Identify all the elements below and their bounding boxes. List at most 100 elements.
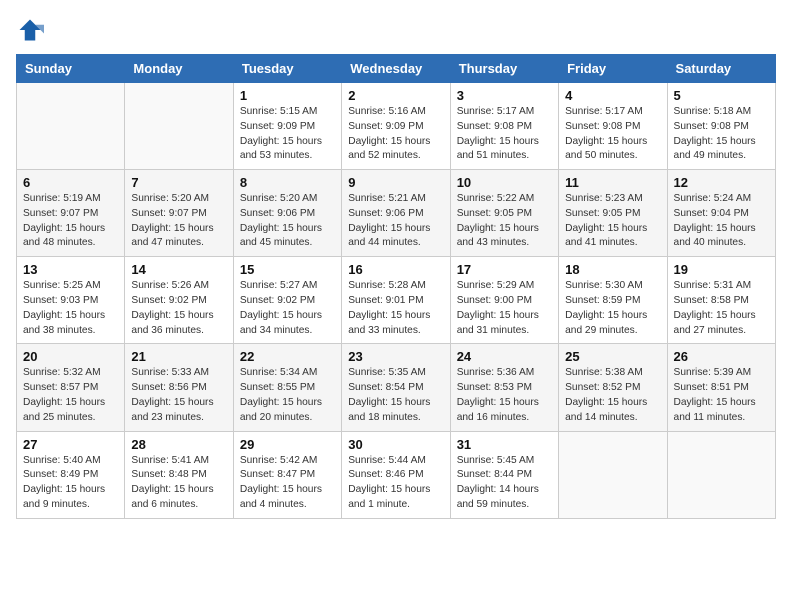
- calendar-cell: 8 Sunrise: 5:20 AM Sunset: 9:06 PM Daylig…: [233, 170, 341, 257]
- day-info: Sunrise: 5:38 AM Sunset: 8:52 PM Dayligh…: [565, 366, 660, 425]
- day-number: 28: [131, 437, 226, 452]
- day-number: 10: [457, 175, 552, 190]
- day-header-sunday: Sunday: [17, 55, 125, 83]
- day-number: 9: [348, 175, 443, 190]
- day-number: 26: [674, 349, 769, 364]
- day-number: 24: [457, 349, 552, 364]
- calendar-cell: 23 Sunrise: 5:35 AM Sunset: 8:54 PM Dayli…: [342, 344, 450, 431]
- calendar-week-row: 20Sunrise: 5:32 AM Sunset: 8:57 PM Dayli…: [17, 344, 776, 431]
- calendar-cell: 27 Sunrise: 5:40 AM Sunset: 8:49 PM Dayli…: [17, 431, 125, 518]
- day-number: 1: [240, 88, 335, 103]
- day-info: Sunrise: 5:28 AM Sunset: 9:01 PM Dayligh…: [348, 279, 443, 338]
- calendar-cell: 21 Sunrise: 5:33 AM Sunset: 8:56 PM Dayli…: [125, 344, 233, 431]
- day-number: 25: [565, 349, 660, 364]
- day-number: 17: [457, 262, 552, 277]
- day-header-monday: Monday: [125, 55, 233, 83]
- calendar-cell: 11Sunrise: 5:23 AM Sunset: 9:05 PM Dayli…: [559, 170, 667, 257]
- day-info: Sunrise: 5:21 AM Sunset: 9:06 PM Dayligh…: [348, 192, 443, 251]
- day-info: Sunrise: 5:34 AM Sunset: 8:55 PM Dayligh…: [240, 366, 335, 425]
- calendar-cell: 28 Sunrise: 5:41 AM Sunset: 8:48 PM Dayli…: [125, 431, 233, 518]
- logo: [16, 16, 50, 44]
- day-info: Sunrise: 5:20 AM Sunset: 9:06 PM Dayligh…: [240, 192, 335, 251]
- day-info: Sunrise: 5:24 AM Sunset: 9:04 PM Dayligh…: [674, 192, 769, 251]
- day-info: Sunrise: 5:18 AM Sunset: 9:08 PM Dayligh…: [674, 105, 769, 164]
- day-number: 5: [674, 88, 769, 103]
- calendar-cell: 20Sunrise: 5:32 AM Sunset: 8:57 PM Dayli…: [17, 344, 125, 431]
- calendar-cell: 16 Sunrise: 5:28 AM Sunset: 9:01 PM Dayli…: [342, 257, 450, 344]
- calendar-cell: 18Sunrise: 5:30 AM Sunset: 8:59 PM Dayli…: [559, 257, 667, 344]
- day-number: 20: [23, 349, 118, 364]
- day-number: 11: [565, 175, 660, 190]
- day-number: 29: [240, 437, 335, 452]
- day-number: 22: [240, 349, 335, 364]
- day-number: 7: [131, 175, 226, 190]
- day-info: Sunrise: 5:15 AM Sunset: 9:09 PM Dayligh…: [240, 105, 335, 164]
- day-number: 18: [565, 262, 660, 277]
- calendar-cell: [17, 83, 125, 170]
- calendar-cell: 17 Sunrise: 5:29 AM Sunset: 9:00 PM Dayli…: [450, 257, 558, 344]
- calendar-cell: 7 Sunrise: 5:20 AM Sunset: 9:07 PM Daylig…: [125, 170, 233, 257]
- day-number: 3: [457, 88, 552, 103]
- calendar-cell: 19Sunrise: 5:31 AM Sunset: 8:58 PM Dayli…: [667, 257, 775, 344]
- calendar-cell: [125, 83, 233, 170]
- calendar-cell: 10 Sunrise: 5:22 AM Sunset: 9:05 PM Dayli…: [450, 170, 558, 257]
- day-number: 13: [23, 262, 118, 277]
- day-info: Sunrise: 5:17 AM Sunset: 9:08 PM Dayligh…: [457, 105, 552, 164]
- day-info: Sunrise: 5:41 AM Sunset: 8:48 PM Dayligh…: [131, 454, 226, 513]
- day-info: Sunrise: 5:16 AM Sunset: 9:09 PM Dayligh…: [348, 105, 443, 164]
- day-number: 12: [674, 175, 769, 190]
- day-number: 4: [565, 88, 660, 103]
- calendar-cell: 31Sunrise: 5:45 AM Sunset: 8:44 PM Dayli…: [450, 431, 558, 518]
- calendar-cell: 6 Sunrise: 5:19 AM Sunset: 9:07 PM Daylig…: [17, 170, 125, 257]
- day-info: Sunrise: 5:45 AM Sunset: 8:44 PM Dayligh…: [457, 454, 552, 513]
- day-info: Sunrise: 5:33 AM Sunset: 8:56 PM Dayligh…: [131, 366, 226, 425]
- day-info: Sunrise: 5:25 AM Sunset: 9:03 PM Dayligh…: [23, 279, 118, 338]
- day-number: 8: [240, 175, 335, 190]
- calendar-cell: 4 Sunrise: 5:17 AM Sunset: 9:08 PM Daylig…: [559, 83, 667, 170]
- day-info: Sunrise: 5:19 AM Sunset: 9:07 PM Dayligh…: [23, 192, 118, 251]
- day-number: 16: [348, 262, 443, 277]
- day-info: Sunrise: 5:40 AM Sunset: 8:49 PM Dayligh…: [23, 454, 118, 513]
- day-number: 27: [23, 437, 118, 452]
- day-header-wednesday: Wednesday: [342, 55, 450, 83]
- day-header-saturday: Saturday: [667, 55, 775, 83]
- calendar-cell: 22 Sunrise: 5:34 AM Sunset: 8:55 PM Dayli…: [233, 344, 341, 431]
- calendar-cell: 3 Sunrise: 5:17 AM Sunset: 9:08 PM Daylig…: [450, 83, 558, 170]
- calendar-week-row: 6 Sunrise: 5:19 AM Sunset: 9:07 PM Daylig…: [17, 170, 776, 257]
- page-header: [16, 16, 776, 44]
- day-info: Sunrise: 5:27 AM Sunset: 9:02 PM Dayligh…: [240, 279, 335, 338]
- day-number: 21: [131, 349, 226, 364]
- calendar-table: SundayMondayTuesdayWednesdayThursdayFrid…: [16, 54, 776, 519]
- day-number: 6: [23, 175, 118, 190]
- calendar-cell: 14 Sunrise: 5:26 AM Sunset: 9:02 PM Dayli…: [125, 257, 233, 344]
- day-number: 30: [348, 437, 443, 452]
- day-number: 19: [674, 262, 769, 277]
- day-info: Sunrise: 5:44 AM Sunset: 8:46 PM Dayligh…: [348, 454, 443, 513]
- day-info: Sunrise: 5:17 AM Sunset: 9:08 PM Dayligh…: [565, 105, 660, 164]
- calendar-cell: 5 Sunrise: 5:18 AM Sunset: 9:08 PM Daylig…: [667, 83, 775, 170]
- day-info: Sunrise: 5:42 AM Sunset: 8:47 PM Dayligh…: [240, 454, 335, 513]
- calendar-week-row: 13 Sunrise: 5:25 AM Sunset: 9:03 PM Dayli…: [17, 257, 776, 344]
- day-info: Sunrise: 5:35 AM Sunset: 8:54 PM Dayligh…: [348, 366, 443, 425]
- calendar-cell: 9 Sunrise: 5:21 AM Sunset: 9:06 PM Daylig…: [342, 170, 450, 257]
- day-info: Sunrise: 5:29 AM Sunset: 9:00 PM Dayligh…: [457, 279, 552, 338]
- calendar-cell: [667, 431, 775, 518]
- calendar-header-row: SundayMondayTuesdayWednesdayThursdayFrid…: [17, 55, 776, 83]
- calendar-week-row: 27 Sunrise: 5:40 AM Sunset: 8:49 PM Dayli…: [17, 431, 776, 518]
- day-header-tuesday: Tuesday: [233, 55, 341, 83]
- calendar-cell: 29 Sunrise: 5:42 AM Sunset: 8:47 PM Dayli…: [233, 431, 341, 518]
- day-number: 23: [348, 349, 443, 364]
- calendar-cell: 25 Sunrise: 5:38 AM Sunset: 8:52 PM Dayli…: [559, 344, 667, 431]
- day-number: 14: [131, 262, 226, 277]
- day-info: Sunrise: 5:20 AM Sunset: 9:07 PM Dayligh…: [131, 192, 226, 251]
- calendar-cell: 12 Sunrise: 5:24 AM Sunset: 9:04 PM Dayli…: [667, 170, 775, 257]
- day-info: Sunrise: 5:26 AM Sunset: 9:02 PM Dayligh…: [131, 279, 226, 338]
- day-header-thursday: Thursday: [450, 55, 558, 83]
- day-header-friday: Friday: [559, 55, 667, 83]
- calendar-week-row: 1 Sunrise: 5:15 AM Sunset: 9:09 PM Daylig…: [17, 83, 776, 170]
- day-info: Sunrise: 5:36 AM Sunset: 8:53 PM Dayligh…: [457, 366, 552, 425]
- calendar-cell: [559, 431, 667, 518]
- day-info: Sunrise: 5:22 AM Sunset: 9:05 PM Dayligh…: [457, 192, 552, 251]
- calendar-cell: 30 Sunrise: 5:44 AM Sunset: 8:46 PM Dayli…: [342, 431, 450, 518]
- logo-icon: [16, 16, 44, 44]
